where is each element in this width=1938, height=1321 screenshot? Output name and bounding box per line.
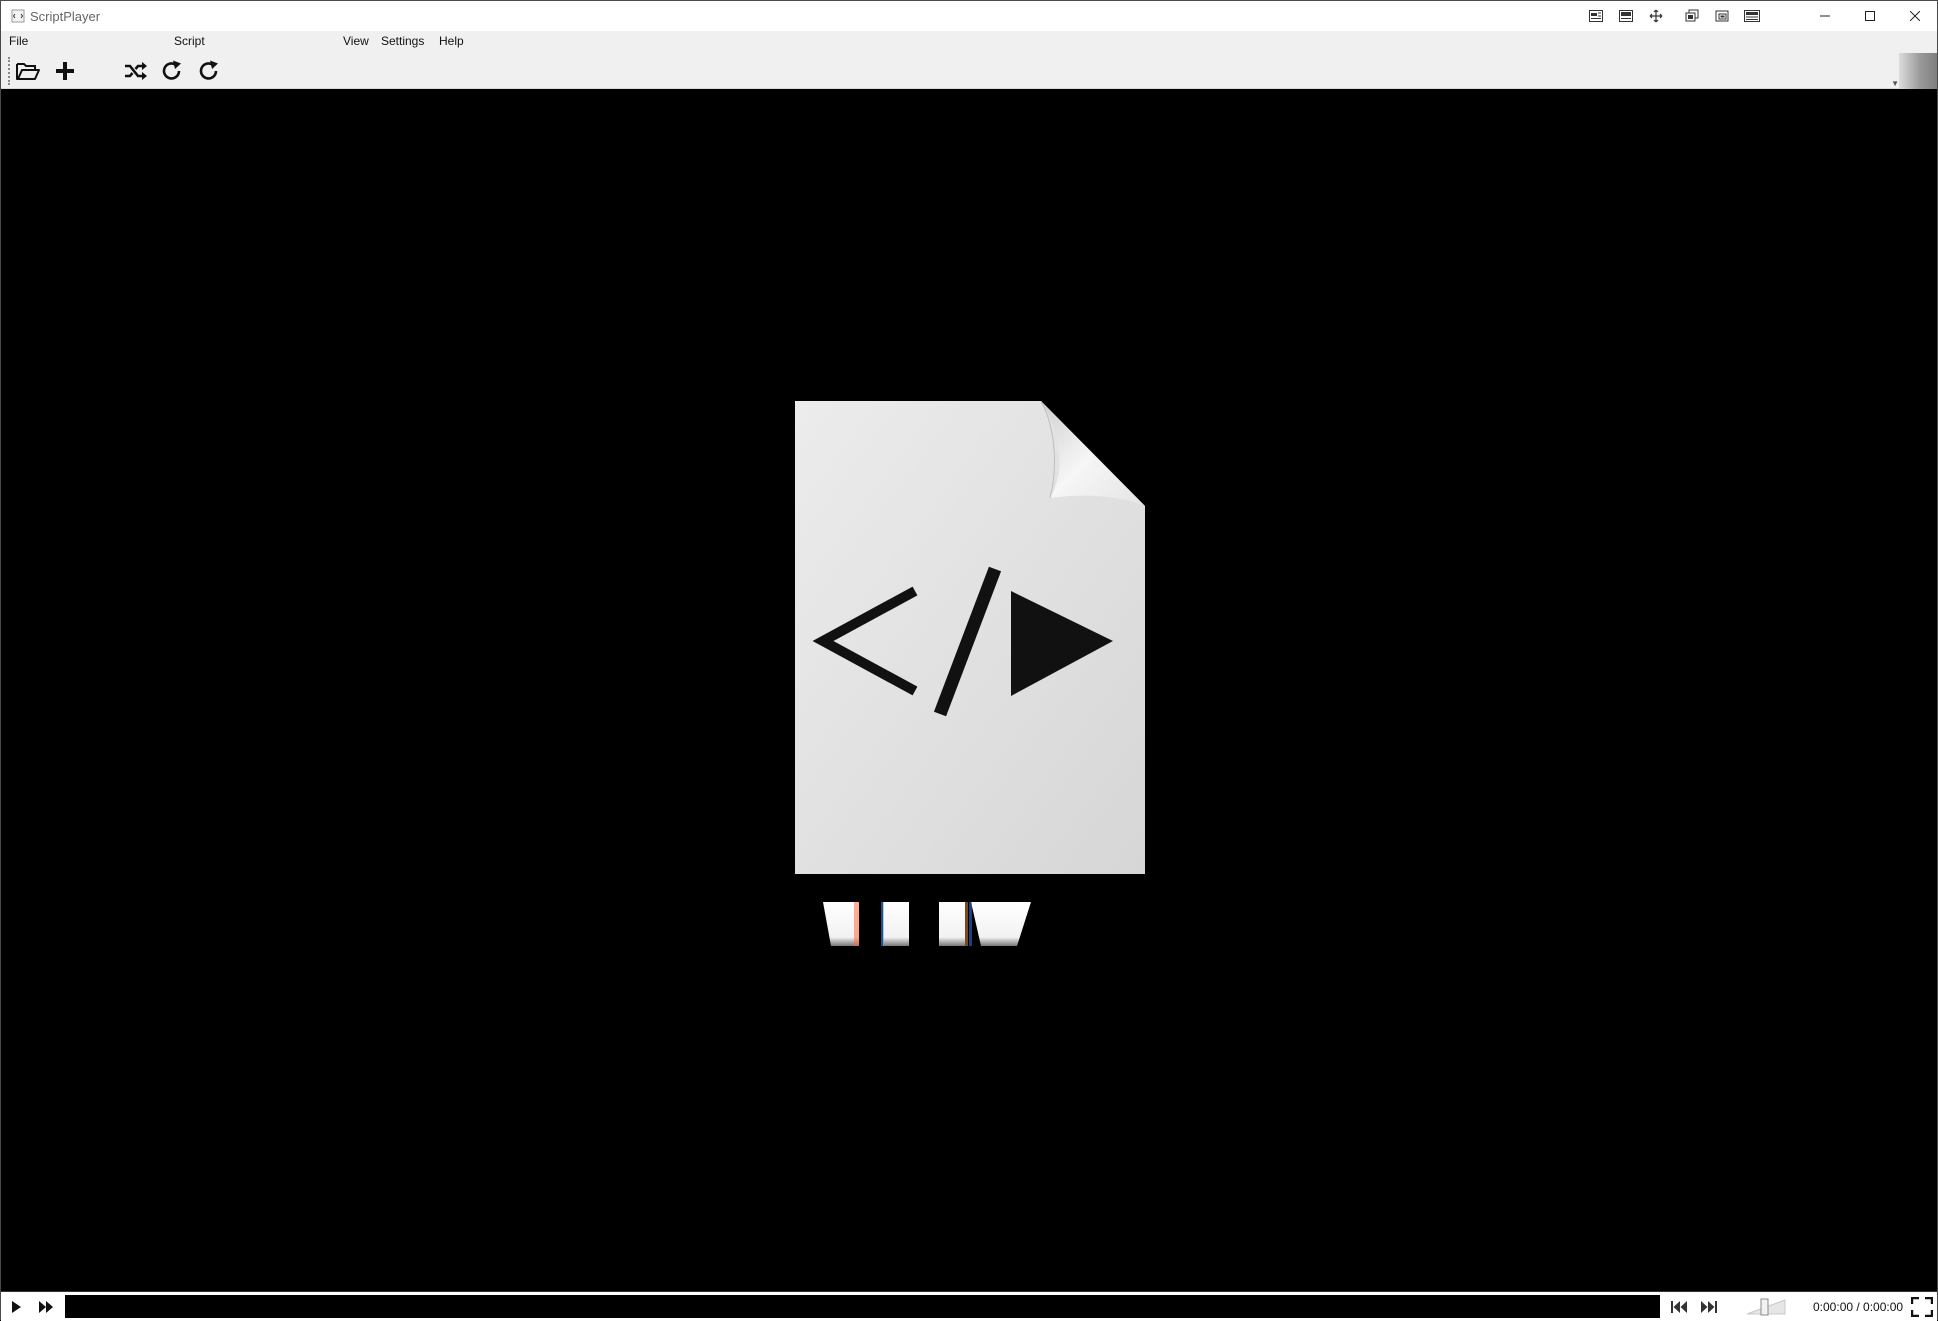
menu-view[interactable]: View (343, 34, 369, 48)
layout-icon-2[interactable] (1611, 1, 1641, 31)
plus-icon (56, 62, 74, 80)
menu-help[interactable]: Help (439, 34, 464, 48)
play-button[interactable] (3, 1296, 29, 1318)
playback-controls: 0:00:00 / 0:00:00 (1, 1291, 1937, 1321)
toolbar-overflow-handle[interactable] (1899, 53, 1937, 89)
minimize-icon (1819, 15, 1830, 17)
fast-forward-button[interactable] (33, 1296, 59, 1318)
repeat-icon (162, 60, 181, 80)
overlay-icon[interactable] (1707, 1, 1737, 31)
menu-settings[interactable]: Settings (381, 34, 424, 48)
fast-forward-icon (39, 1301, 53, 1313)
video-area[interactable] (1, 90, 1937, 1290)
move-icon[interactable] (1641, 1, 1671, 31)
window-controls (1802, 1, 1937, 31)
repeat-button[interactable] (156, 55, 188, 87)
minimize-button[interactable] (1802, 1, 1847, 31)
open-file-button[interactable] (12, 55, 44, 87)
window-title: ScriptPlayer (30, 8, 101, 24)
shuffle-button[interactable] (120, 55, 152, 87)
folder-open-icon (16, 63, 40, 80)
next-button[interactable] (1696, 1296, 1722, 1318)
layout-icon-1[interactable] (1581, 1, 1611, 31)
fullscreen-button[interactable] (1909, 1296, 1935, 1318)
close-button[interactable] (1892, 1, 1937, 31)
repeat-icon (199, 60, 218, 80)
maximize-button[interactable] (1847, 1, 1892, 31)
panel-icon[interactable] (1737, 1, 1767, 31)
previous-button[interactable] (1666, 1296, 1692, 1318)
script-file-icon (795, 401, 1145, 874)
volume-slider[interactable] (1745, 1298, 1787, 1316)
shuffle-icon (125, 62, 147, 80)
play-icon (12, 1301, 21, 1313)
app-window: ScriptPlayer File Script View Settings H… (0, 0, 1938, 1321)
title-bar[interactable]: ScriptPlayer (1, 1, 1937, 31)
menu-script[interactable]: Script (174, 34, 205, 48)
toolbar-grip[interactable] (8, 57, 10, 85)
glitch-artifact (823, 902, 1031, 946)
menu-file[interactable]: File (9, 34, 28, 48)
add-button[interactable] (49, 55, 81, 87)
close-icon (1909, 11, 1920, 21)
title-tools (1581, 1, 1767, 31)
app-icon (11, 9, 25, 23)
time-display: 0:00:00 / 0:00:00 (1813, 1300, 1904, 1314)
skip-next-icon (1701, 1301, 1717, 1313)
fullscreen-icon (1911, 1297, 1933, 1317)
repeat-one-button[interactable] (193, 55, 225, 87)
toolbar: ▼ (1, 53, 1937, 89)
maximize-icon (1864, 11, 1875, 21)
toolbar-overflow-arrow[interactable]: ▼ (1891, 79, 1899, 88)
volume-thumb (1760, 1298, 1769, 1316)
skip-previous-icon (1671, 1301, 1687, 1313)
layers-icon[interactable] (1677, 1, 1707, 31)
seek-bar[interactable] (65, 1295, 1660, 1318)
menu-bar: File Script View Settings Help (1, 31, 1937, 53)
